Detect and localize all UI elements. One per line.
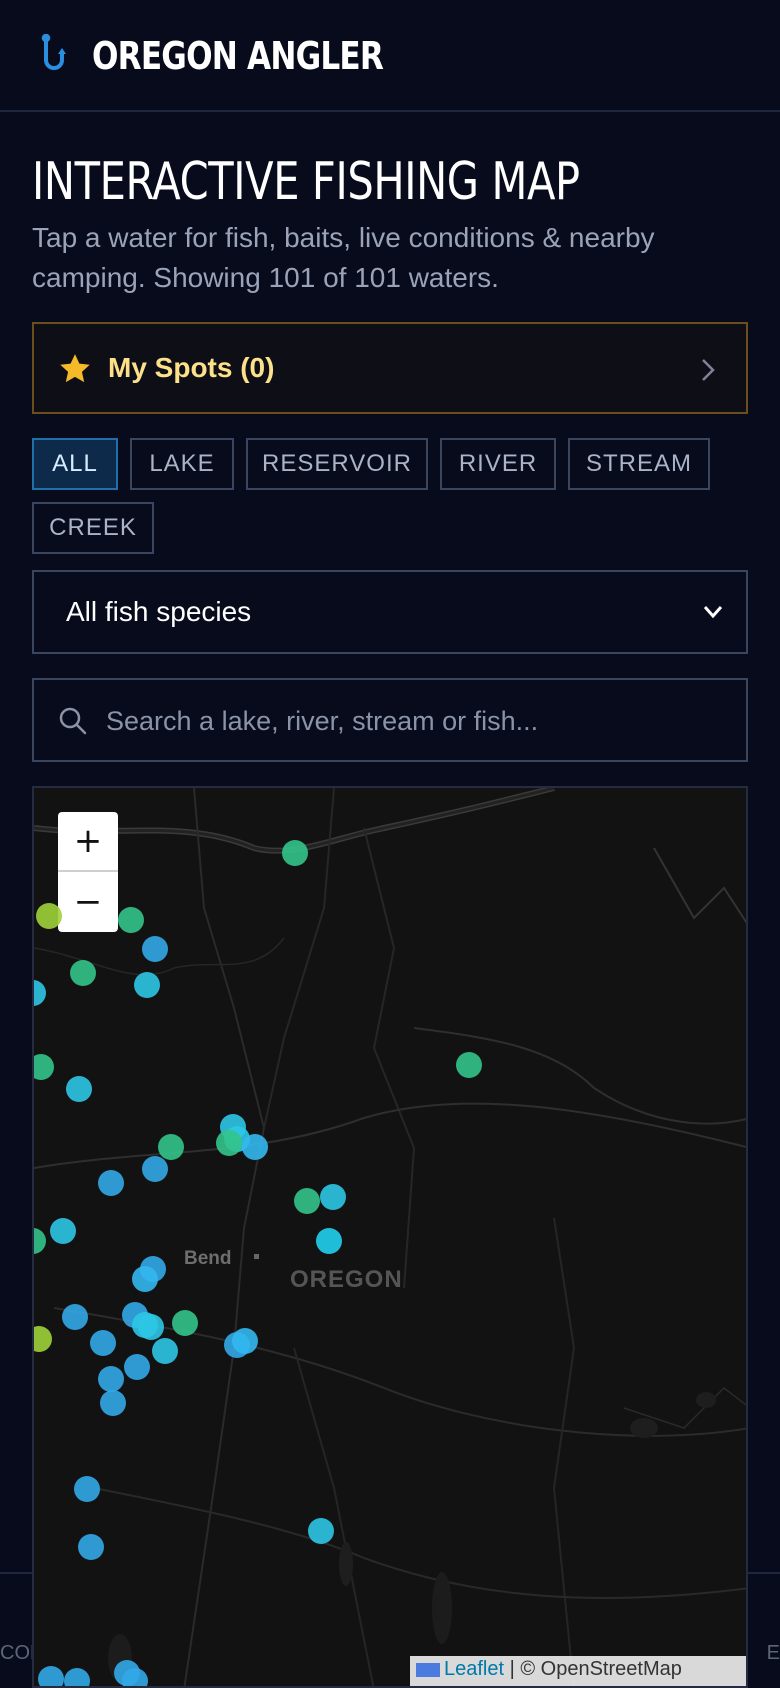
species-select-value: All fish species xyxy=(66,596,252,627)
filter-chip-river[interactable]: RIVER xyxy=(440,438,556,490)
water-marker[interactable] xyxy=(66,1076,92,1102)
search-input[interactable] xyxy=(106,694,706,748)
water-marker[interactable] xyxy=(132,1266,158,1292)
leaflet-link[interactable]: Leaflet xyxy=(444,1658,504,1680)
water-marker[interactable] xyxy=(50,1218,76,1244)
water-marker[interactable] xyxy=(152,1338,178,1364)
map-attribution: Leaflet | © OpenStreetMap xyxy=(410,1656,746,1686)
water-marker[interactable] xyxy=(36,903,62,929)
my-spots-label: My Spots (0) xyxy=(108,352,275,383)
chevron-right-icon xyxy=(702,359,715,381)
zoom-in-button[interactable]: + xyxy=(58,812,118,872)
water-marker[interactable] xyxy=(172,1310,198,1336)
water-marker[interactable] xyxy=(100,1390,126,1416)
fishing-hook-icon[interactable] xyxy=(36,34,70,74)
water-marker[interactable] xyxy=(232,1328,258,1354)
map-label-bend: Bend xyxy=(184,1248,232,1269)
app-header: OREGON ANGLER xyxy=(0,0,780,112)
ukraine-flag-icon xyxy=(416,1662,440,1677)
water-marker[interactable] xyxy=(98,1366,124,1392)
zoom-out-button[interactable]: − xyxy=(58,872,118,932)
osm-attribution[interactable]: © OpenStreetMap xyxy=(520,1658,681,1680)
footer-text-right: E xyxy=(766,1642,780,1664)
attribution-separator: | xyxy=(504,1658,521,1680)
search-icon xyxy=(59,707,87,735)
star-icon xyxy=(60,354,90,383)
water-marker[interactable] xyxy=(456,1052,482,1078)
page-subtitle: Tap a water for fish, baits, live condit… xyxy=(32,222,655,293)
filter-chip-lake[interactable]: LAKE xyxy=(130,438,234,490)
water-marker[interactable] xyxy=(70,960,96,986)
water-marker[interactable] xyxy=(118,907,144,933)
filter-chip-reservoir[interactable]: RESERVOIR xyxy=(246,438,428,490)
water-marker[interactable] xyxy=(142,936,168,962)
water-marker[interactable] xyxy=(282,840,308,866)
water-marker[interactable] xyxy=(124,1354,150,1380)
species-select[interactable]: All fish species xyxy=(32,570,748,654)
filter-chip-creek[interactable]: CREEK xyxy=(32,502,154,554)
brand-name[interactable]: OREGON ANGLER xyxy=(92,34,384,78)
my-spots-button[interactable]: My Spots (0) xyxy=(32,322,748,414)
water-marker[interactable] xyxy=(138,1314,164,1340)
water-marker[interactable] xyxy=(62,1304,88,1330)
chevron-down-icon xyxy=(703,606,723,619)
filter-chip-all[interactable]: ALL xyxy=(32,438,118,490)
water-marker[interactable] xyxy=(38,1666,64,1686)
water-marker[interactable] xyxy=(74,1476,100,1502)
water-marker[interactable] xyxy=(320,1184,346,1210)
water-marker[interactable] xyxy=(242,1134,268,1160)
water-marker[interactable] xyxy=(64,1668,90,1686)
search-box[interactable] xyxy=(32,678,748,762)
water-marker[interactable] xyxy=(90,1330,116,1356)
water-marker[interactable] xyxy=(122,1668,148,1686)
water-marker[interactable] xyxy=(98,1170,124,1196)
water-marker[interactable] xyxy=(158,1134,184,1160)
water-marker[interactable] xyxy=(78,1534,104,1560)
water-marker[interactable] xyxy=(294,1188,320,1214)
fishing-map[interactable]: + − Bend OREGON Leaflet | © OpenStreetMa… xyxy=(32,786,748,1688)
water-marker[interactable] xyxy=(216,1130,242,1156)
zoom-control: + − xyxy=(58,812,118,932)
water-marker[interactable] xyxy=(134,972,160,998)
water-marker[interactable] xyxy=(142,1156,168,1182)
water-marker[interactable] xyxy=(308,1518,334,1544)
filter-chip-stream[interactable]: STREAM xyxy=(568,438,710,490)
water-marker[interactable] xyxy=(316,1228,342,1254)
page-title: INTERACTIVE FISHING MAP xyxy=(32,152,580,212)
map-label-oregon: OREGON xyxy=(290,1266,403,1293)
